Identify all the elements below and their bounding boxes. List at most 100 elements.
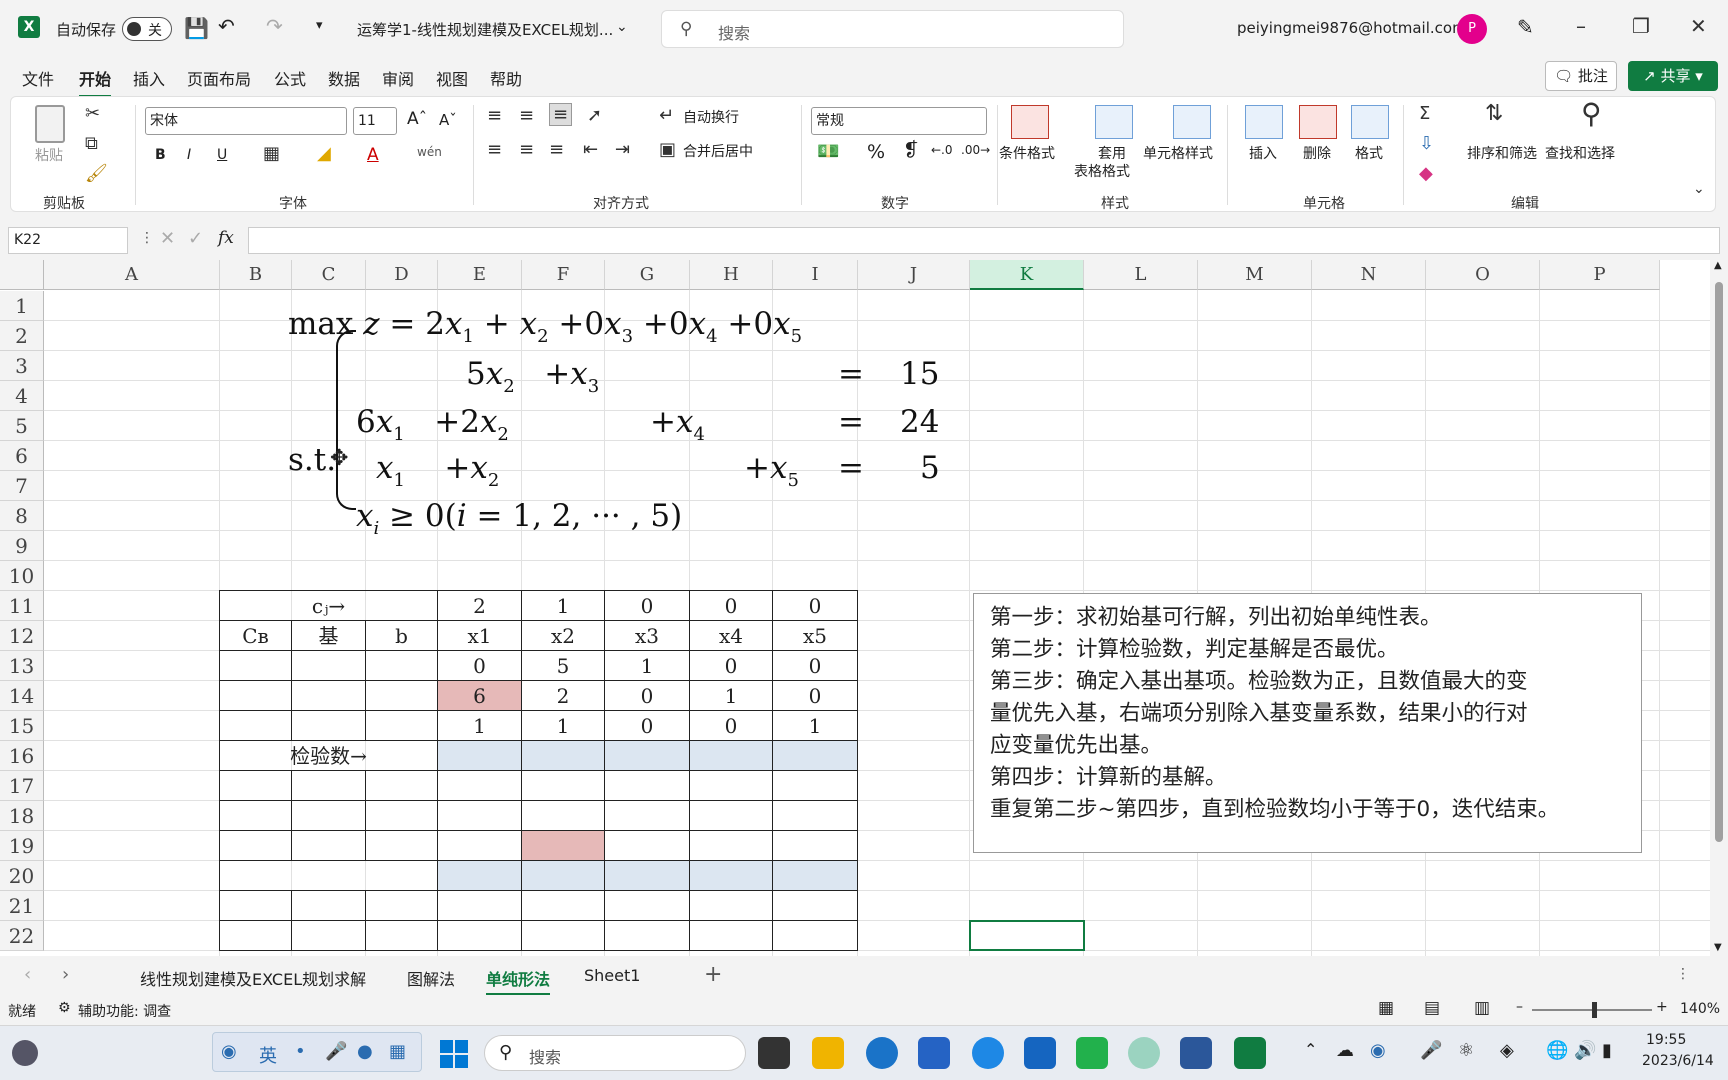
paste-button[interactable]: 粘贴 [35, 145, 63, 165]
cj-label[interactable]: cⱼ→ [220, 591, 438, 621]
insert-cells-button[interactable]: 插入 [1249, 143, 1277, 163]
column-header-e[interactable]: E [438, 260, 522, 290]
redo-icon[interactable]: ↷ [266, 14, 283, 38]
scroll-up-icon[interactable]: ▲ [1714, 260, 1722, 271]
wechat-icon[interactable] [1076, 1037, 1108, 1069]
bluetooth-icon[interactable]: ⚛ [1458, 1040, 1474, 1061]
italic-button[interactable]: I [187, 147, 191, 163]
column-header-n[interactable]: N [1312, 260, 1426, 290]
ime-apps-icon[interactable]: ▦ [389, 1041, 406, 1062]
row-header-11[interactable]: 11 [0, 591, 44, 621]
table-cell[interactable] [292, 921, 366, 951]
coef-cell[interactable]: 1 [690, 681, 773, 711]
cb-cell[interactable] [220, 681, 292, 711]
table-cell[interactable] [220, 921, 292, 951]
coef-cell[interactable]: 2 [522, 681, 605, 711]
sort-filter-button[interactable]: 排序和筛选 [1467, 143, 1537, 163]
row-header-10[interactable]: 10 [0, 561, 44, 591]
zoom-slider-thumb[interactable] [1592, 1002, 1597, 1018]
row-header-3[interactable]: 3 [0, 351, 44, 381]
copy-icon[interactable]: ⧉ [85, 133, 98, 154]
table-cell[interactable] [773, 891, 858, 921]
column-header-l[interactable]: L [1084, 260, 1198, 290]
zoom-in-icon[interactable]: + [1656, 999, 1668, 1015]
table-cell[interactable] [605, 921, 690, 951]
tray-app-icon[interactable]: ◉ [1370, 1040, 1386, 1061]
decrease-decimal-icon[interactable]: .00→ [961, 143, 990, 157]
table-cell[interactable] [438, 921, 522, 951]
table-cell[interactable] [438, 771, 522, 801]
align-center-icon[interactable]: ≡ [519, 139, 534, 160]
format-painter-icon[interactable]: 🖌 [85, 163, 108, 184]
row-header-9[interactable]: 9 [0, 531, 44, 561]
table-cell[interactable] [292, 801, 366, 831]
edge-icon[interactable] [866, 1037, 898, 1069]
font-size-select[interactable]: 11 [353, 107, 397, 135]
phonetic-icon[interactable]: wén [417, 145, 442, 159]
title-chevron-icon[interactable]: ⌄ [616, 19, 628, 35]
row-header-19[interactable]: 19 [0, 831, 44, 861]
sheet-more-icon[interactable]: ⋮ [1676, 966, 1690, 982]
coef-cell[interactable]: 0 [605, 681, 690, 711]
table-header[interactable]: x2 [522, 621, 605, 651]
enter-icon[interactable]: ✓ [188, 228, 203, 249]
tab-data[interactable]: 数据 [328, 66, 360, 90]
table-cell[interactable] [605, 891, 690, 921]
search-box[interactable]: ⚲ 搜索 [661, 10, 1124, 48]
table-cell[interactable] [292, 831, 366, 861]
align-bottom-icon[interactable]: ≡ [549, 103, 573, 126]
page-layout-view-icon[interactable]: ▤ [1424, 998, 1440, 1018]
check-value[interactable] [438, 741, 522, 771]
row-header-12[interactable]: 12 [0, 621, 44, 651]
column-header-a[interactable]: A [44, 260, 220, 290]
coef-cell[interactable]: 0 [438, 651, 522, 681]
document-title[interactable]: 运筹学1-线性规划建模及EXCEL规划... [357, 19, 613, 40]
align-middle-icon[interactable]: ≡ [519, 105, 534, 126]
table-cell[interactable] [690, 921, 773, 951]
row-header-8[interactable]: 8 [0, 501, 44, 531]
clear-icon[interactable]: ◆ [1419, 163, 1433, 184]
word-icon[interactable] [1180, 1037, 1212, 1069]
coef-cell[interactable]: 1 [773, 711, 858, 741]
scrollbar-thumb[interactable] [1715, 282, 1723, 842]
column-header-m[interactable]: M [1198, 260, 1312, 290]
check-value[interactable] [605, 861, 690, 891]
column-header-d[interactable]: D [366, 260, 438, 290]
scroll-down-icon[interactable]: ▼ [1714, 942, 1722, 953]
coef-cell[interactable]: 0 [605, 711, 690, 741]
ime-mic-icon[interactable]: 🎤 [325, 1041, 347, 1062]
font-color-icon[interactable]: A [367, 145, 379, 165]
b-cell[interactable] [366, 711, 438, 741]
table-header[interactable]: Cʙ [220, 621, 292, 651]
coef-cell[interactable]: 0 [690, 651, 773, 681]
basis-cell[interactable] [292, 651, 366, 681]
table-cell[interactable] [366, 921, 438, 951]
comment-button[interactable]: 🗨 批注 [1545, 61, 1617, 91]
table-cell[interactable] [522, 921, 605, 951]
align-left-icon[interactable]: ≡ [487, 139, 502, 160]
table-cell[interactable] [605, 771, 690, 801]
cb-cell[interactable] [220, 711, 292, 741]
check-value[interactable] [438, 861, 522, 891]
row-header-16[interactable]: 16 [0, 741, 44, 771]
grow-font-icon[interactable]: Aˆ [407, 109, 427, 129]
browser-icon[interactable] [972, 1037, 1004, 1069]
battery-icon[interactable]: ▮ [1602, 1040, 1612, 1061]
table-cell[interactable] [773, 771, 858, 801]
coef-cell[interactable]: 0 [773, 681, 858, 711]
column-header-j[interactable]: J [858, 260, 970, 290]
table-cell[interactable] [438, 831, 522, 861]
table-cell[interactable] [366, 831, 438, 861]
table-cell[interactable] [220, 801, 292, 831]
format-cells-button[interactable]: 格式 [1355, 143, 1383, 163]
check-label[interactable]: 检验数→ [220, 741, 438, 771]
check-value[interactable] [522, 861, 605, 891]
increase-decimal-icon[interactable]: ←.0 [931, 143, 953, 157]
active-cell-k22[interactable] [969, 920, 1085, 951]
b-cell[interactable] [366, 651, 438, 681]
zoom-out-icon[interactable]: – [1516, 999, 1523, 1015]
avatar[interactable]: P [1457, 14, 1487, 44]
increase-indent-icon[interactable]: ⇥ [615, 139, 630, 160]
check-value[interactable] [522, 741, 605, 771]
check-value[interactable] [690, 741, 773, 771]
